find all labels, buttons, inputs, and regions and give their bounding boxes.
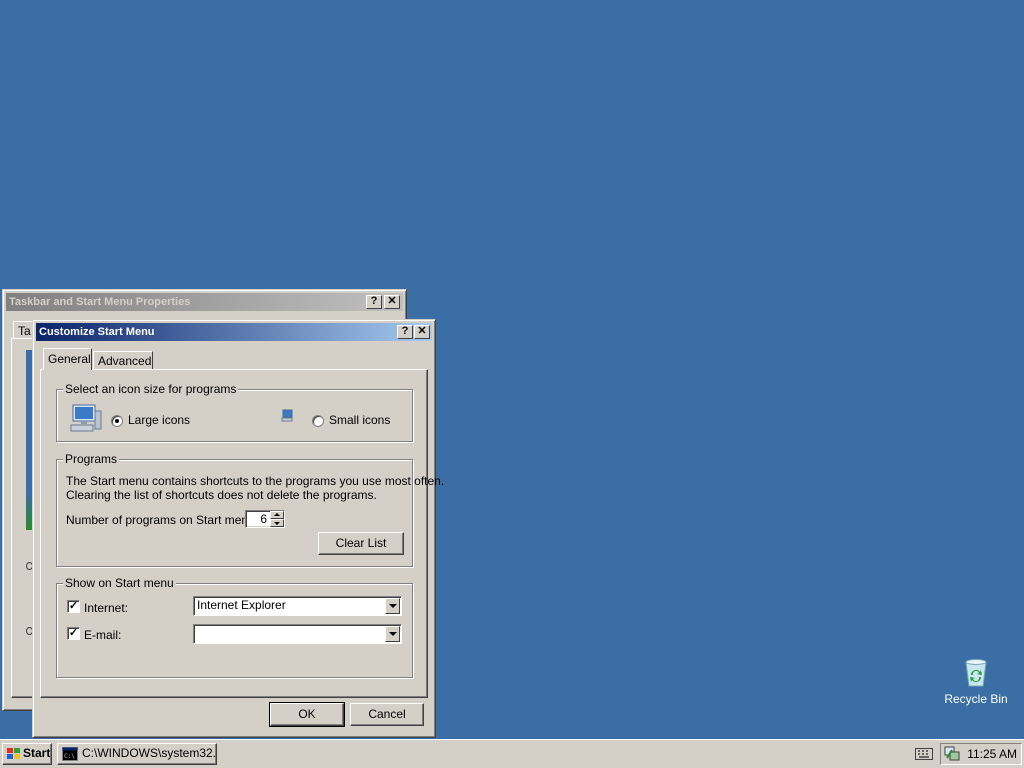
- internet-browser-value: Internet Explorer: [197, 598, 286, 612]
- windows-logo-icon: [7, 748, 20, 759]
- programs-count-value[interactable]: 6: [260, 512, 267, 526]
- system-tray: 11:25 AM: [940, 743, 1022, 765]
- start-label: Start: [23, 746, 51, 760]
- taskbar-item-cmd[interactable]: C:\ C:\WINDOWS\system32...: [57, 743, 217, 765]
- icon-size-group-label: Select an icon size for programs: [63, 382, 239, 396]
- clear-list-button[interactable]: Clear List: [318, 532, 404, 555]
- customize-start-menu-titlebar[interactable]: Customize Start Menu ? ✕: [36, 323, 432, 341]
- recycle-bin-label: Recycle Bin: [944, 692, 1008, 706]
- small-icons-radio[interactable]: [312, 415, 324, 427]
- show-on-start-group: Show on Start menu ✓ Internet: Internet …: [56, 576, 413, 678]
- customize-start-menu-dialog: Customize Start Menu ? ✕ General Advance…: [32, 319, 444, 738]
- chevron-down-icon[interactable]: [385, 598, 400, 614]
- command-prompt-icon: C:\: [62, 747, 78, 761]
- svg-text:C:\: C:\: [64, 753, 75, 760]
- close-button[interactable]: ✕: [384, 295, 400, 309]
- programs-group: Programs The Start menu contains shortcu…: [56, 452, 444, 567]
- email-label[interactable]: E-mail:: [84, 628, 121, 642]
- show-on-start-group-label: Show on Start menu: [63, 576, 176, 590]
- email-client-select[interactable]: [193, 624, 402, 644]
- clock[interactable]: 11:25 AM: [967, 747, 1017, 761]
- tab-general[interactable]: General: [43, 348, 92, 370]
- large-computer-icon: [70, 404, 102, 432]
- small-icons-label[interactable]: Small icons: [329, 413, 390, 427]
- taskbar-properties-title: Taskbar and Start Menu Properties: [9, 296, 191, 308]
- programs-description-line2: Clearing the list of shortcuts does not …: [66, 488, 377, 502]
- taskbar: Start C:\ C:\WINDOWS\system32... 11:25 A…: [0, 739, 1024, 768]
- recycle-bin-shortcut[interactable]: Recycle Bin: [940, 656, 1012, 708]
- programs-group-label: Programs: [63, 452, 120, 466]
- tab-advanced[interactable]: Advanced: [93, 351, 153, 370]
- recycle-bin-icon: [965, 659, 987, 687]
- help-button[interactable]: ?: [366, 295, 382, 309]
- programs-count-spinner[interactable]: 6: [245, 510, 285, 528]
- icon-size-group: Select an icon size for programs Large i…: [56, 382, 413, 442]
- taskbar-item-label: C:\WINDOWS\system32...: [82, 746, 217, 760]
- large-icons-radio[interactable]: [111, 415, 123, 427]
- network-status-icon[interactable]: [944, 746, 960, 762]
- programs-description-line1: The Start menu contains shortcuts to the…: [66, 474, 445, 488]
- email-checkbox[interactable]: ✓: [67, 627, 80, 640]
- taskbar-properties-titlebar[interactable]: Taskbar and Start Menu Properties ? ✕: [6, 293, 403, 311]
- spin-down-button[interactable]: [270, 519, 284, 527]
- large-icons-label[interactable]: Large icons: [128, 413, 190, 427]
- ok-button[interactable]: OK: [269, 702, 345, 727]
- start-button[interactable]: Start: [2, 743, 52, 765]
- internet-browser-select[interactable]: Internet Explorer: [193, 596, 402, 616]
- small-computer-icon: [281, 409, 293, 422]
- spin-up-button[interactable]: [270, 511, 284, 519]
- internet-checkbox[interactable]: ✓: [67, 600, 80, 613]
- dialog-title: Customize Start Menu: [39, 326, 155, 338]
- chevron-down-icon[interactable]: [385, 626, 400, 642]
- close-button[interactable]: ✕: [414, 325, 430, 339]
- keyboard-icon[interactable]: [915, 748, 933, 760]
- programs-count-label: Number of programs on Start menu:: [66, 513, 259, 527]
- internet-label[interactable]: Internet:: [84, 601, 128, 615]
- help-button[interactable]: ?: [397, 325, 413, 339]
- cancel-button[interactable]: Cancel: [350, 703, 424, 726]
